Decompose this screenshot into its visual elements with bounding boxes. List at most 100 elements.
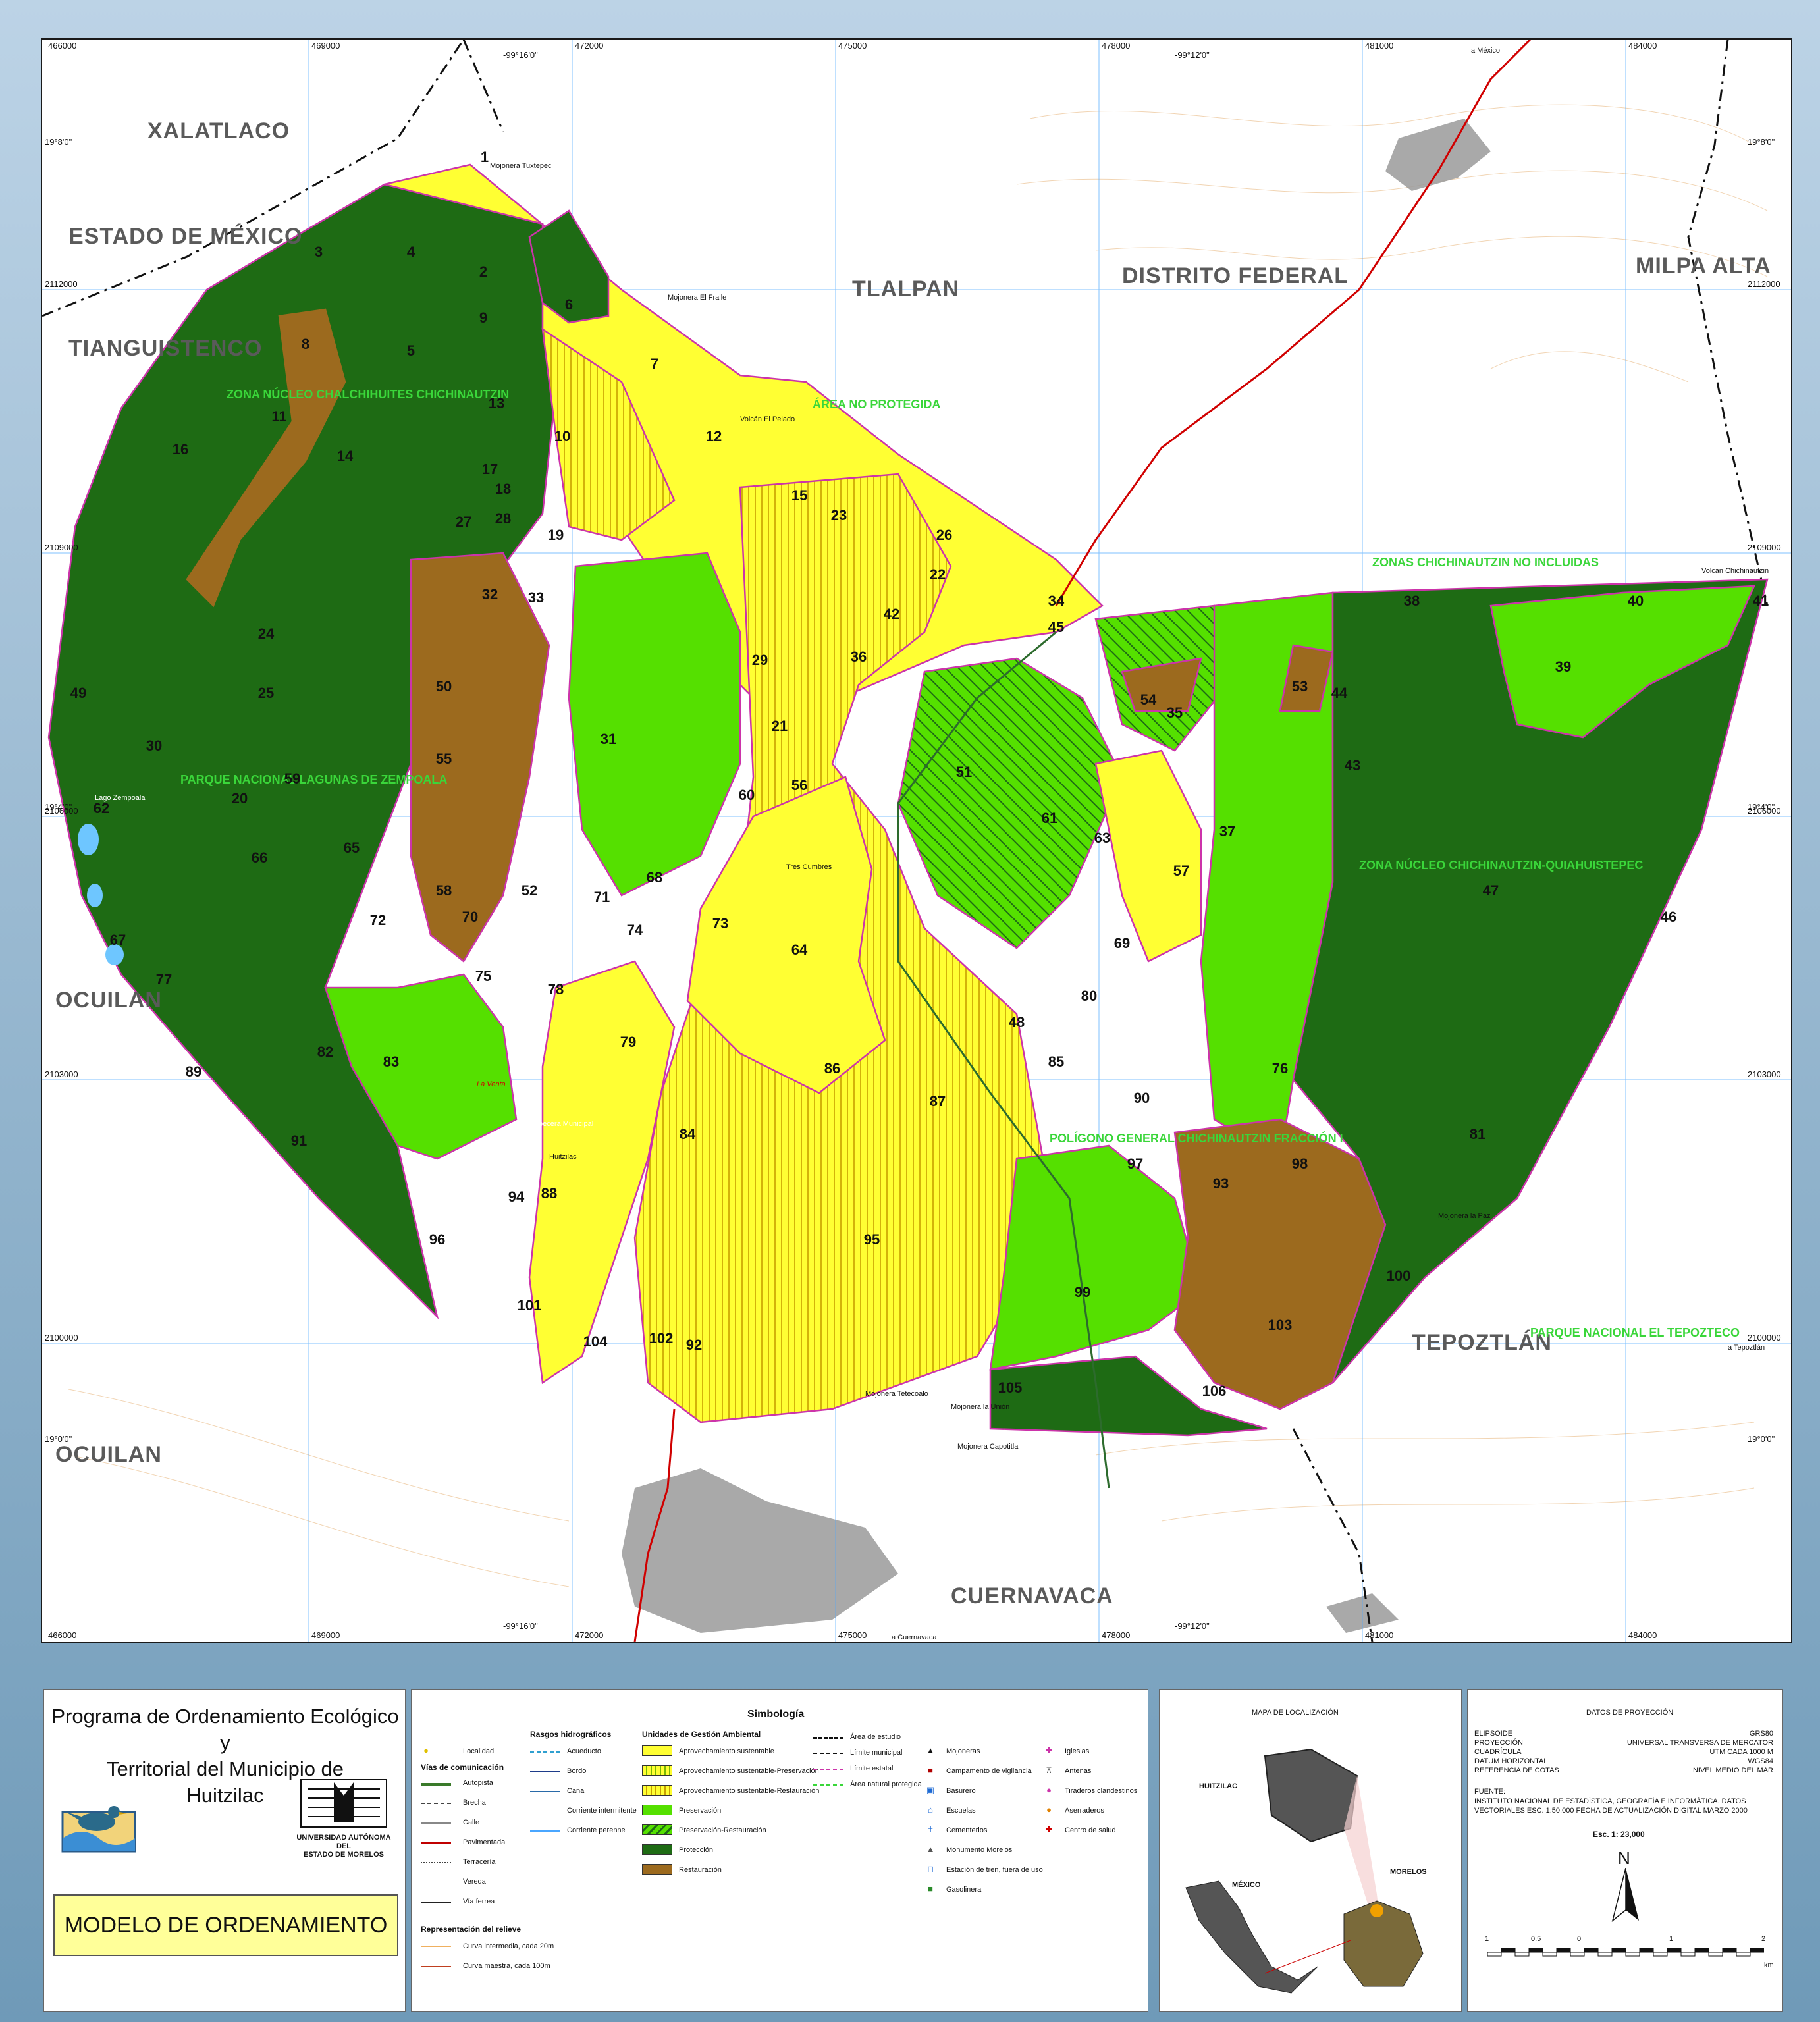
unit-number-82: 82	[317, 1044, 333, 1060]
unit-number-81: 81	[1470, 1126, 1485, 1142]
unit-number-63: 63	[1094, 830, 1110, 846]
scale-bar	[1487, 1948, 1764, 1957]
geo-bottom-label: -99°16'0"	[503, 1621, 538, 1631]
unit-number-22: 22	[930, 566, 946, 583]
place-mojonera-tetecoalo: Mojonera Tetecoalo	[865, 1390, 928, 1398]
scale-bar-segment	[1722, 1948, 1737, 1953]
unit-number-100: 100	[1387, 1267, 1411, 1284]
projection-key: PROYECCIÓN	[1474, 1739, 1523, 1747]
legend-uga-swatch	[642, 1765, 672, 1776]
coord-top-label: 466000	[48, 41, 76, 51]
unit-number-68: 68	[647, 869, 662, 886]
unit-number-73: 73	[712, 915, 728, 932]
unit-number-102: 102	[649, 1330, 674, 1346]
legend-symbol2-icon: ✚	[1045, 1745, 1053, 1755]
legend-uga-item: Aprovechamiento sustentable-Preservación	[679, 1767, 819, 1775]
scale-tick-label: 1	[1485, 1935, 1489, 1943]
legend-vias-title: Vías de comunicación	[421, 1763, 504, 1772]
coords-bottom: 466000 469000 472000 475000 478000 481000 4840…	[48, 1621, 1657, 1640]
label-a-mexico: a México	[1471, 47, 1500, 55]
ordering-model-map: 466000 469000 472000 475000 478000 481000 4840…	[41, 38, 1792, 1643]
legend-relieve-item: Curva intermedia, cada 20m	[463, 1942, 554, 1950]
unit-number-55: 55	[436, 751, 452, 767]
legend-line-swatch	[421, 1803, 451, 1804]
label-estado-mexico: ESTADO DE MÉXICO	[68, 224, 302, 249]
legend-symbol-item: Gasolinera	[946, 1886, 982, 1894]
unit-number-2: 2	[479, 263, 487, 280]
coord-left-label: 2109000	[45, 543, 78, 552]
legend-relieve-title: Representación del relieve	[421, 1925, 522, 1934]
management-units	[47, 163, 1769, 1437]
unit-number-71: 71	[594, 889, 610, 905]
unit-number-69: 69	[1114, 935, 1130, 951]
unit-number-17: 17	[482, 461, 498, 477]
unit-number-79: 79	[620, 1034, 636, 1050]
scale-bar-segment	[1750, 1948, 1764, 1953]
place-mojonera-fraile: Mojonera El Fraile	[668, 294, 726, 302]
legend-symbol2-item: Antenas	[1065, 1767, 1092, 1775]
unit-number-28: 28	[495, 510, 511, 527]
unit-number-101: 101	[518, 1297, 542, 1314]
legend-symbol2-icon: ✚	[1045, 1824, 1053, 1834]
legend-uga-swatch	[642, 1844, 672, 1855]
unit-number-75: 75	[475, 968, 491, 984]
label-milpa-alta: MILPA ALTA	[1636, 253, 1771, 279]
projection-key: DATUM HORIZONTAL	[1474, 1757, 1548, 1765]
unit-number-99: 99	[1075, 1284, 1090, 1300]
coord-top-label: 472000	[575, 41, 603, 51]
coord-top-label: 481000	[1365, 41, 1393, 51]
scale-bar-segment	[1653, 1952, 1668, 1957]
unit-number-25: 25	[258, 685, 274, 701]
unit-number-92: 92	[686, 1337, 702, 1353]
unit-number-12: 12	[706, 428, 722, 444]
projection-key: ELIPSOIDE	[1474, 1730, 1513, 1738]
projection-value: NIVEL MEDIO DEL MAR	[1692, 1767, 1773, 1774]
unit-number-10: 10	[554, 428, 570, 444]
unit-number-19: 19	[548, 527, 564, 543]
unit-number-50: 50	[436, 678, 452, 695]
scale-bar-segment	[1501, 1948, 1516, 1953]
unit-number-51: 51	[956, 764, 972, 780]
projection-key: CUADRÍCULA	[1474, 1748, 1522, 1756]
unit-number-18: 18	[495, 481, 511, 497]
fuente-text: INSTITUTO NACIONAL DE ESTADÍSTICA, GEOGR…	[1474, 1797, 1748, 1815]
place-huitzilac: Huitzilac	[549, 1153, 577, 1161]
legend-symbol-item: Escuelas	[946, 1807, 976, 1815]
unit-number-9: 9	[479, 309, 487, 326]
legend-line-swatch	[813, 1784, 843, 1786]
uaem-name-line-1: UNIVERSIDAD AUTÓNOMA DEL	[296, 1834, 391, 1850]
unit-number-38: 38	[1404, 593, 1420, 609]
label-xalatlaco: XALATLACO	[147, 119, 290, 144]
label-tlalpan: TLALPAN	[852, 277, 959, 302]
scale-bar-segment	[1556, 1948, 1571, 1953]
legend-symbol-item: Basurero	[946, 1787, 976, 1795]
coords-top: 466000 469000 472000 475000 478000 481000 4840…	[48, 41, 1657, 60]
projection-panel: DATOS DE PROYECCIÓN ELIPSOIDE GRS80 PROYEC…	[1467, 1689, 1783, 2012]
unit-number-84: 84	[680, 1126, 696, 1142]
unit-number-37: 37	[1219, 823, 1235, 839]
legend-symbol2-icon: ●	[1046, 1805, 1052, 1815]
legend-symbol2-item: Tiraderos clandestinos	[1065, 1787, 1138, 1795]
legend-symbol-icon: ✝	[926, 1824, 934, 1834]
unit-number-98: 98	[1292, 1156, 1308, 1172]
legend-uga-item: Restauración	[679, 1866, 722, 1874]
unit-number-53: 53	[1292, 678, 1308, 695]
scale-bar-segment	[1584, 1948, 1599, 1953]
unit-number-32: 32	[482, 586, 498, 602]
north-label: N	[1618, 1848, 1630, 1868]
coord-bottom-label: 478000	[1102, 1630, 1130, 1640]
legend-symbol2-icon: ●	[1046, 1785, 1052, 1795]
legend-symbol-icon: ⊓	[926, 1864, 934, 1874]
legend-via-item: Autopista	[463, 1779, 493, 1787]
unit-number-35: 35	[1167, 705, 1183, 721]
coord-bottom-label: 484000	[1628, 1630, 1657, 1640]
legend-uga-title: Unidades de Gestión Ambiental	[642, 1730, 761, 1739]
unit-number-43: 43	[1345, 757, 1360, 774]
projection-key: REFERENCIA DE COTAS	[1474, 1767, 1559, 1774]
place-mojonera-la-paz: Mojonera la Paz	[1438, 1212, 1491, 1220]
legend-uga-swatch	[642, 1785, 672, 1796]
unit-number-77: 77	[156, 971, 172, 988]
unit-number-106: 106	[1202, 1383, 1227, 1399]
legend-line-swatch	[530, 1771, 560, 1772]
scale-bar-segment	[1680, 1952, 1696, 1957]
